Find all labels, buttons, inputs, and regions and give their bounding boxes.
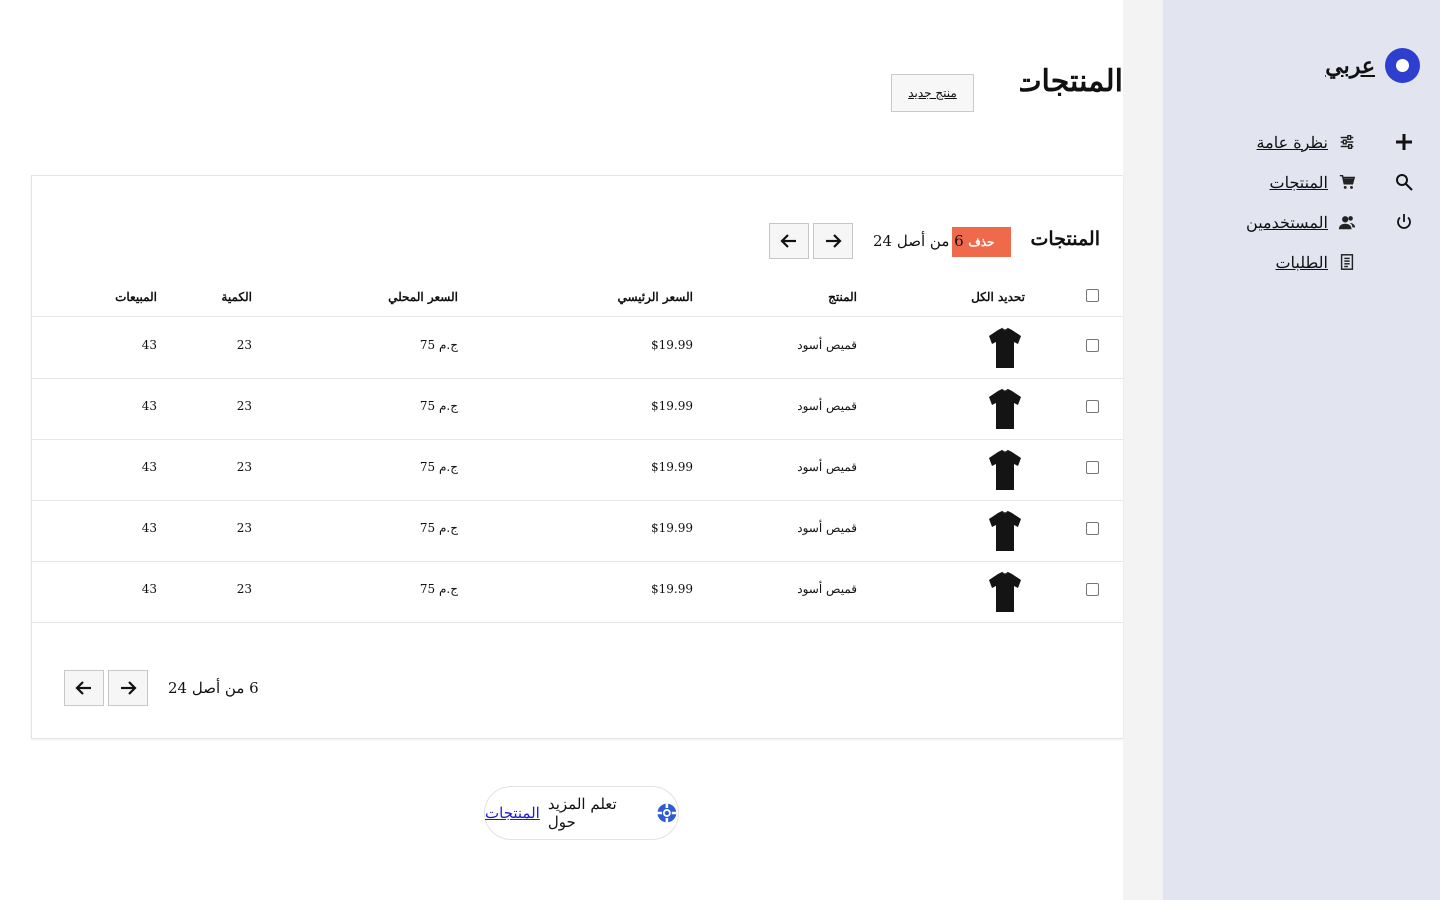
plus-icon bbox=[1396, 134, 1412, 150]
page-title: المنتجات bbox=[1020, 64, 1123, 99]
cell-sales: 43 bbox=[141, 521, 157, 535]
cell-product: قميص أسود bbox=[797, 460, 857, 474]
arrow-left-icon bbox=[75, 681, 91, 695]
sidebar-item-label: المنتجات bbox=[1269, 172, 1329, 192]
sliders-icon bbox=[1340, 134, 1354, 150]
cell-product: قميص أسود bbox=[797, 521, 857, 535]
sidebar-item-label: الطلبات bbox=[1275, 252, 1328, 272]
next-page-button[interactable] bbox=[813, 223, 853, 259]
cell-main-price: $19.99 bbox=[651, 338, 693, 352]
brand-name[interactable]: عربي bbox=[1325, 53, 1375, 79]
cell-sales: 43 bbox=[141, 582, 157, 596]
product-thumbnail bbox=[989, 449, 1021, 490]
sidebar-item-label: نظرة عامة bbox=[1256, 132, 1328, 152]
column-header-sales: المبيعات bbox=[115, 290, 157, 304]
row-checkbox[interactable] bbox=[1086, 461, 1099, 474]
cart-icon bbox=[1339, 174, 1356, 189]
document-icon bbox=[1340, 254, 1354, 270]
add-button[interactable] bbox=[1392, 122, 1416, 162]
cell-quantity: 23 bbox=[236, 338, 252, 352]
next-page-button-bottom[interactable] bbox=[108, 670, 148, 706]
cell-local-price: 75 ج.م bbox=[419, 521, 458, 535]
sidebar-item-users[interactable]: المستخدمين bbox=[1176, 202, 1356, 242]
cell-local-price: 75 ج.م bbox=[419, 460, 458, 474]
search-button[interactable] bbox=[1392, 162, 1416, 202]
sidebar-item-orders[interactable]: الطلبات bbox=[1176, 242, 1356, 282]
brand-logo-icon bbox=[1385, 48, 1420, 83]
arrow-right-icon bbox=[826, 234, 842, 248]
cell-sales: 43 bbox=[141, 338, 157, 352]
cell-quantity: 23 bbox=[236, 521, 252, 535]
column-header-select-all: تحديد الكل bbox=[971, 290, 1025, 304]
product-thumbnail bbox=[989, 510, 1021, 551]
product-thumbnail bbox=[989, 327, 1021, 368]
sidebar-item-label: المستخدمين bbox=[1246, 212, 1328, 232]
learn-more-text: تعلم المزيد حول bbox=[547, 795, 617, 831]
brand[interactable]: عربي bbox=[1325, 48, 1420, 83]
row-checkbox[interactable] bbox=[1086, 339, 1099, 352]
arrow-left-icon bbox=[780, 234, 796, 248]
cell-local-price: 75 ج.م bbox=[419, 338, 458, 352]
pagination-count: 6 من أصل 24 bbox=[873, 232, 964, 250]
table-row[interactable]: قميص أسود $19.99 75 ج.م 23 43 bbox=[32, 379, 1124, 440]
prev-page-button[interactable] bbox=[769, 223, 809, 259]
cell-local-price: 75 ج.م bbox=[419, 582, 458, 596]
row-checkbox[interactable] bbox=[1086, 583, 1099, 596]
cell-quantity: 23 bbox=[236, 582, 252, 596]
table-row[interactable]: قميص أسود $19.99 75 ج.م 23 43 bbox=[32, 501, 1124, 562]
cell-product: قميص أسود bbox=[797, 338, 857, 352]
card-title: المنتجات bbox=[1030, 228, 1100, 250]
sidebar-item-products[interactable]: المنتجات bbox=[1176, 162, 1356, 202]
power-icon bbox=[1397, 214, 1411, 229]
sidebar-item-overview[interactable]: نظرة عامة bbox=[1176, 122, 1356, 162]
cell-quantity: 23 bbox=[236, 460, 252, 474]
row-checkbox[interactable] bbox=[1086, 522, 1099, 535]
products-card: المنتجات حذف 6 من أصل 24 تحديد الكل المن… bbox=[31, 175, 1124, 739]
column-header-product: المنتج bbox=[828, 290, 857, 304]
quick-actions bbox=[1392, 122, 1416, 242]
cell-main-price: $19.99 bbox=[651, 399, 693, 413]
new-product-button[interactable]: منتج جديد bbox=[891, 74, 974, 112]
column-header-local-price: السعر المحلي bbox=[388, 290, 458, 304]
users-icon bbox=[1338, 216, 1356, 230]
lifebuoy-icon bbox=[657, 803, 677, 823]
cell-product: قميص أسود bbox=[797, 582, 857, 596]
sidebar: عربي نظرة عامة المنتجات المستخدمين الطلب… bbox=[1163, 0, 1440, 900]
search-icon bbox=[1396, 174, 1413, 191]
cell-main-price: $19.99 bbox=[651, 582, 693, 596]
column-header-quantity: الكمية bbox=[221, 290, 252, 304]
prev-page-button-bottom[interactable] bbox=[64, 670, 104, 706]
product-thumbnail bbox=[989, 571, 1021, 612]
table-header: تحديد الكل المنتج السعر الرئيسي السعر ال… bbox=[32, 284, 1124, 317]
product-thumbnail bbox=[989, 388, 1021, 429]
table-row[interactable]: قميص أسود $19.99 75 ج.م 23 43 bbox=[32, 318, 1124, 379]
cell-quantity: 23 bbox=[236, 399, 252, 413]
logout-button[interactable] bbox=[1392, 202, 1416, 242]
cell-main-price: $19.99 bbox=[651, 521, 693, 535]
sidebar-nav: نظرة عامة المنتجات المستخدمين الطلبات bbox=[1176, 122, 1356, 282]
learn-more-link[interactable]: المنتجات bbox=[485, 804, 540, 822]
column-header-main-price: السعر الرئيسي bbox=[617, 290, 693, 304]
cell-main-price: $19.99 bbox=[651, 460, 693, 474]
learn-more: تعلم المزيد حول المنتجات bbox=[484, 786, 679, 840]
pagination-count-bottom: 6 من أصل 24 bbox=[168, 679, 259, 697]
table-row[interactable]: قميص أسود $19.99 75 ج.م 23 43 bbox=[32, 562, 1124, 623]
cell-sales: 43 bbox=[141, 460, 157, 474]
row-checkbox[interactable] bbox=[1086, 400, 1099, 413]
cell-sales: 43 bbox=[141, 399, 157, 413]
arrow-right-icon bbox=[121, 681, 137, 695]
cell-local-price: 75 ج.م bbox=[419, 399, 458, 413]
select-all-checkbox[interactable] bbox=[1086, 289, 1099, 302]
table-row[interactable]: قميص أسود $19.99 75 ج.م 23 43 bbox=[32, 440, 1124, 501]
content-gutter bbox=[1123, 0, 1163, 900]
cell-product: قميص أسود bbox=[797, 399, 857, 413]
